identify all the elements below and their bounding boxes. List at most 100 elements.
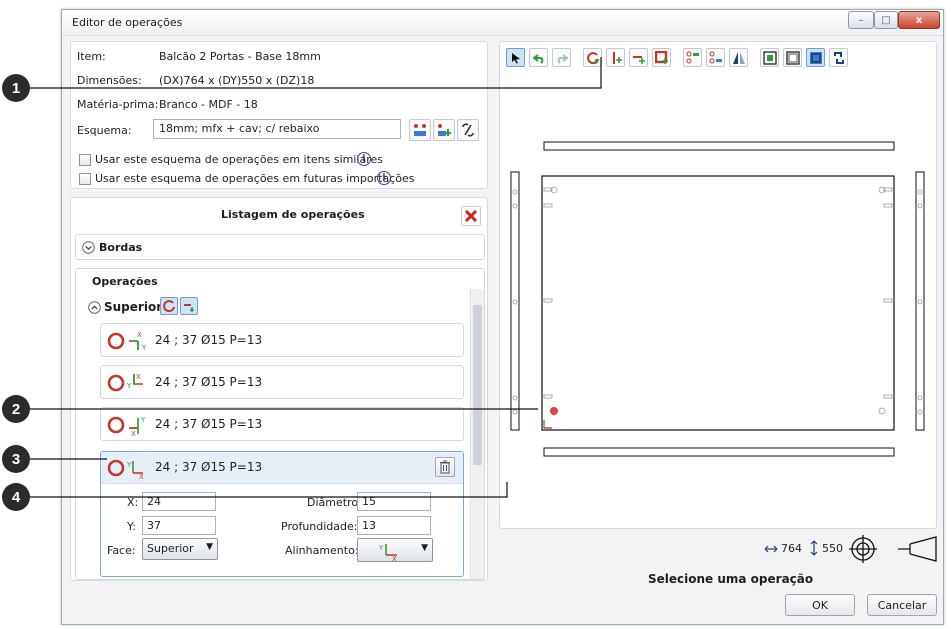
diameter-label: Diâmetro: — [307, 496, 362, 509]
hole-pattern-alt-icon[interactable] — [706, 48, 725, 67]
schema-add-icon[interactable] — [433, 119, 455, 141]
panel-preview-drawing[interactable] — [500, 102, 936, 522]
delete-operation-button[interactable] — [435, 457, 455, 477]
hole-operation-icon: YX — [107, 459, 144, 479]
window-title: Editor de operações — [72, 16, 183, 29]
operation-text: 24 ; 37 Ø15 P=13 — [155, 417, 263, 431]
y-input[interactable]: 37 — [142, 516, 216, 535]
schema-field[interactable]: 18mm; mfx + cav; c/ rebaixo — [153, 119, 401, 139]
scrollbar-thumb[interactable] — [473, 305, 482, 465]
schema-unlink-icon[interactable] — [457, 119, 479, 141]
view-frame-icon[interactable] — [783, 48, 802, 67]
undo-icon[interactable] — [529, 48, 548, 67]
operation-item[interactable]: XY 24 ; 37 Ø15 P=13 — [100, 407, 464, 441]
operation-text: 24 ; 37 Ø15 P=13 — [155, 460, 263, 474]
item-info-panel: Item: Balcão 2 Portas - Base 18mm Dimens… — [70, 41, 488, 189]
svg-text:Y: Y — [126, 461, 132, 469]
material-label: Matéria-prima: — [77, 98, 159, 111]
hole-pattern-icon[interactable] — [683, 48, 702, 67]
operation-item[interactable]: XY 24 ; 37 Ø15 P=13 — [100, 365, 464, 399]
dimensions-value: (DX)764 x (DY)550 x (DZ)18 — [159, 74, 315, 87]
select-tool-icon[interactable] — [506, 48, 525, 67]
depth-input[interactable]: 13 — [357, 516, 431, 535]
redo-icon[interactable] — [552, 48, 571, 67]
hole-operation-icon: XY — [107, 373, 143, 392]
toolbar — [506, 48, 848, 67]
add-slot-icon[interactable] — [180, 297, 198, 315]
height-value: 550 — [822, 542, 843, 555]
bordas-section[interactable]: Bordas — [75, 234, 485, 260]
svg-text:X: X — [131, 430, 136, 436]
face-select[interactable]: Superior ▼ — [142, 538, 218, 560]
dimensions-label: Dimensões: — [77, 74, 142, 87]
mirror-icon[interactable] — [729, 48, 748, 67]
x-label: X: — [127, 496, 139, 509]
height-arrow-icon — [810, 540, 818, 556]
item-value: Balcão 2 Portas - Base 18mm — [159, 50, 321, 63]
chevron-down-icon — [82, 241, 95, 254]
svg-text:Y: Y — [126, 382, 132, 390]
face-group-label: Superior — [104, 300, 163, 314]
minimize-button[interactable]: – — [848, 11, 874, 29]
material-value: Branco - MDF - 18 — [159, 98, 258, 111]
operation-text: 24 ; 37 Ø15 P=13 — [155, 375, 263, 389]
svg-text:X: X — [136, 373, 141, 381]
diameter-input[interactable]: 15 — [357, 492, 431, 511]
operation-item[interactable]: XY 24 ; 37 Ø15 P=13 — [100, 323, 464, 357]
depth-label: Profundidade: — [281, 520, 358, 533]
svg-text:Y: Y — [141, 344, 147, 352]
schema-label: Esquema: — [77, 124, 132, 137]
3d-view-icon[interactable] — [896, 534, 940, 564]
future-imports-checkbox[interactable] — [79, 173, 91, 185]
callout-2: 2 — [2, 395, 30, 423]
status-text: Selecione uma operação — [648, 572, 814, 586]
delete-all-icon[interactable] — [461, 206, 481, 226]
view-selected-icon[interactable] — [806, 48, 825, 67]
svg-text:Y: Y — [378, 544, 384, 552]
trash-icon — [440, 460, 450, 474]
maximize-button[interactable]: □ — [874, 11, 898, 29]
callout-4: 4 — [2, 483, 30, 511]
svg-text:X: X — [139, 473, 144, 479]
operations-editor-window: Editor de operações – □ x Item: Balcão 2… — [61, 9, 944, 625]
rotate-icon[interactable] — [829, 48, 848, 67]
operations-label: Operações — [92, 275, 158, 288]
pocket-tool-icon[interactable] — [652, 48, 671, 67]
add-hole-icon[interactable] — [160, 297, 178, 315]
selected-operation-item[interactable]: YX 24 ; 37 Ø15 P=13 X: 24 Y: 37 Face: Su… — [100, 451, 464, 577]
title-bar: Editor de operações – □ x — [62, 10, 943, 36]
horizontal-slot-tool-icon[interactable] — [629, 48, 648, 67]
operations-scrollbar[interactable] — [470, 289, 484, 579]
view-top-icon[interactable] — [760, 48, 779, 67]
cancel-button[interactable]: Cancelar — [867, 594, 937, 616]
close-button[interactable]: x — [898, 11, 940, 29]
item-label: Item: — [77, 50, 106, 63]
bordas-label: Bordas — [99, 241, 143, 254]
width-value: 764 — [781, 542, 802, 555]
info-icon[interactable]: i — [357, 152, 371, 166]
list-title: Listagem de operações — [221, 208, 365, 221]
operations-section: Operações Superior XY 24 ; 37 Ø15 P=13 X… — [75, 268, 485, 580]
similar-items-label: Usar este esquema de operações em itens … — [95, 153, 384, 166]
info-icon[interactable]: i — [377, 171, 391, 185]
x-input[interactable]: 24 — [142, 492, 216, 511]
svg-text:X: X — [137, 331, 142, 339]
future-imports-label: Usar este esquema de operações em futura… — [95, 172, 415, 185]
alignment-select[interactable]: YX ▼ — [357, 538, 433, 562]
width-arrow-icon — [764, 545, 778, 553]
svg-text:Y: Y — [140, 416, 146, 424]
vertical-slot-tool-icon[interactable] — [606, 48, 625, 67]
face-select-value: Superior — [147, 542, 194, 555]
alignment-label: Alinhamento: — [285, 544, 359, 557]
target-icon[interactable] — [848, 534, 878, 564]
hole-operation-icon: XY — [107, 416, 146, 436]
alignment-icon: YX — [378, 544, 397, 561]
operation-text: 24 ; 37 Ø15 P=13 — [155, 333, 263, 347]
dropdown-arrow-icon: ▼ — [421, 543, 428, 553]
similar-items-checkbox[interactable] — [79, 154, 91, 166]
add-hole-tool-icon[interactable] — [583, 48, 602, 67]
schema-edit-icon[interactable] — [409, 119, 431, 141]
chevron-up-icon[interactable] — [88, 301, 101, 314]
ok-button[interactable]: OK — [785, 594, 855, 616]
y-label: Y: — [127, 520, 136, 533]
